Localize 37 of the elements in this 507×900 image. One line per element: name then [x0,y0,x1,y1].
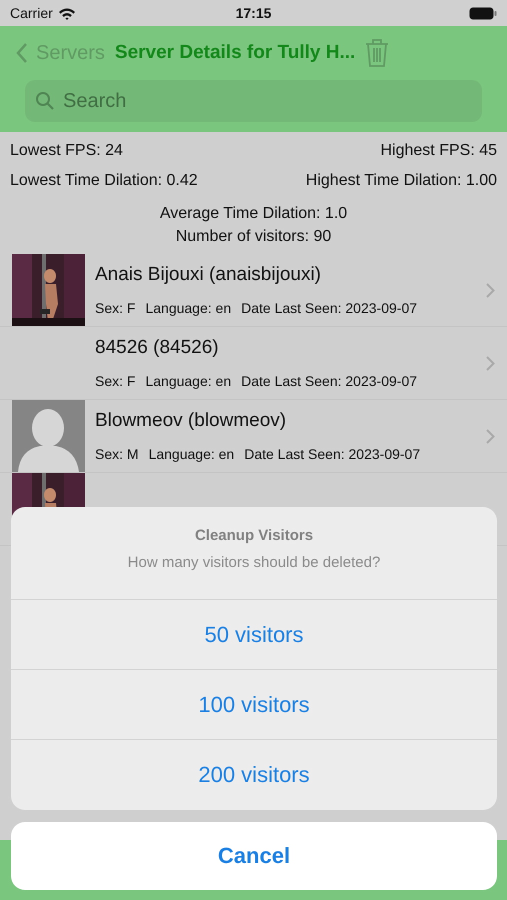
option-button[interactable]: 50 visitors [11,600,497,670]
sheet-message: How many visitors should be deleted? [128,554,380,571]
chevron-icon [486,356,495,370]
chevron-icon [486,428,495,444]
battery-icon [469,6,497,20]
stat-label: Highest Time Dilation: 1.00 [306,172,497,190]
visitor-sex: Sex: F [95,300,136,316]
option-button[interactable]: 100 visitors [11,670,497,740]
nav-title: Server Details for Tully H... [114,42,356,64]
carrier-label: Carrier [10,5,53,21]
wifi-icon [58,6,76,20]
clock-time: 17:15 [236,5,272,21]
option-button[interactable]: 200 visitors [11,740,497,810]
back-chevron-icon [16,42,28,64]
chevron-icon [486,282,495,298]
visitor-last-seen: Date Last Seen: 2023-09-07 [241,300,418,316]
stat-label: Lowest Time Dilation: 0.42 [10,172,198,190]
visitor-last-seen: Date Last Seen: 2023-09-07 [241,373,418,389]
visitor-language: Language: en [148,446,234,462]
summary-label: Number of visitors: 90 [174,227,332,247]
visitor-name: Blowmeov (blowmeov) [95,410,288,432]
stat-label: Highest FPS: 45 [380,142,497,160]
visitor-language: Language: en [145,373,232,389]
sheet-title: Cleanup Visitors [194,527,314,544]
search-field[interactable]: Search [25,80,482,122]
search-icon [35,91,55,111]
visitor-sex: Sex: F [95,373,136,389]
visitor-sex: Sex: M [95,446,139,462]
visitor-last-seen: Date Last Seen: 2023-09-07 [244,446,420,462]
cancel-button[interactable]: Cancel [11,822,497,890]
summary-label: Average Time Dilation: 1.0 [158,204,348,224]
visitor-language: Language: en [145,300,232,316]
visitor-name: 84526 (84526) [95,337,220,359]
stat-label: Lowest FPS: 24 [10,142,123,160]
visitor-name: Anais Bijouxi (anaisbijouxi) [95,264,322,286]
avatar-placeholder-icon [12,400,85,472]
trash-icon[interactable] [365,38,390,68]
